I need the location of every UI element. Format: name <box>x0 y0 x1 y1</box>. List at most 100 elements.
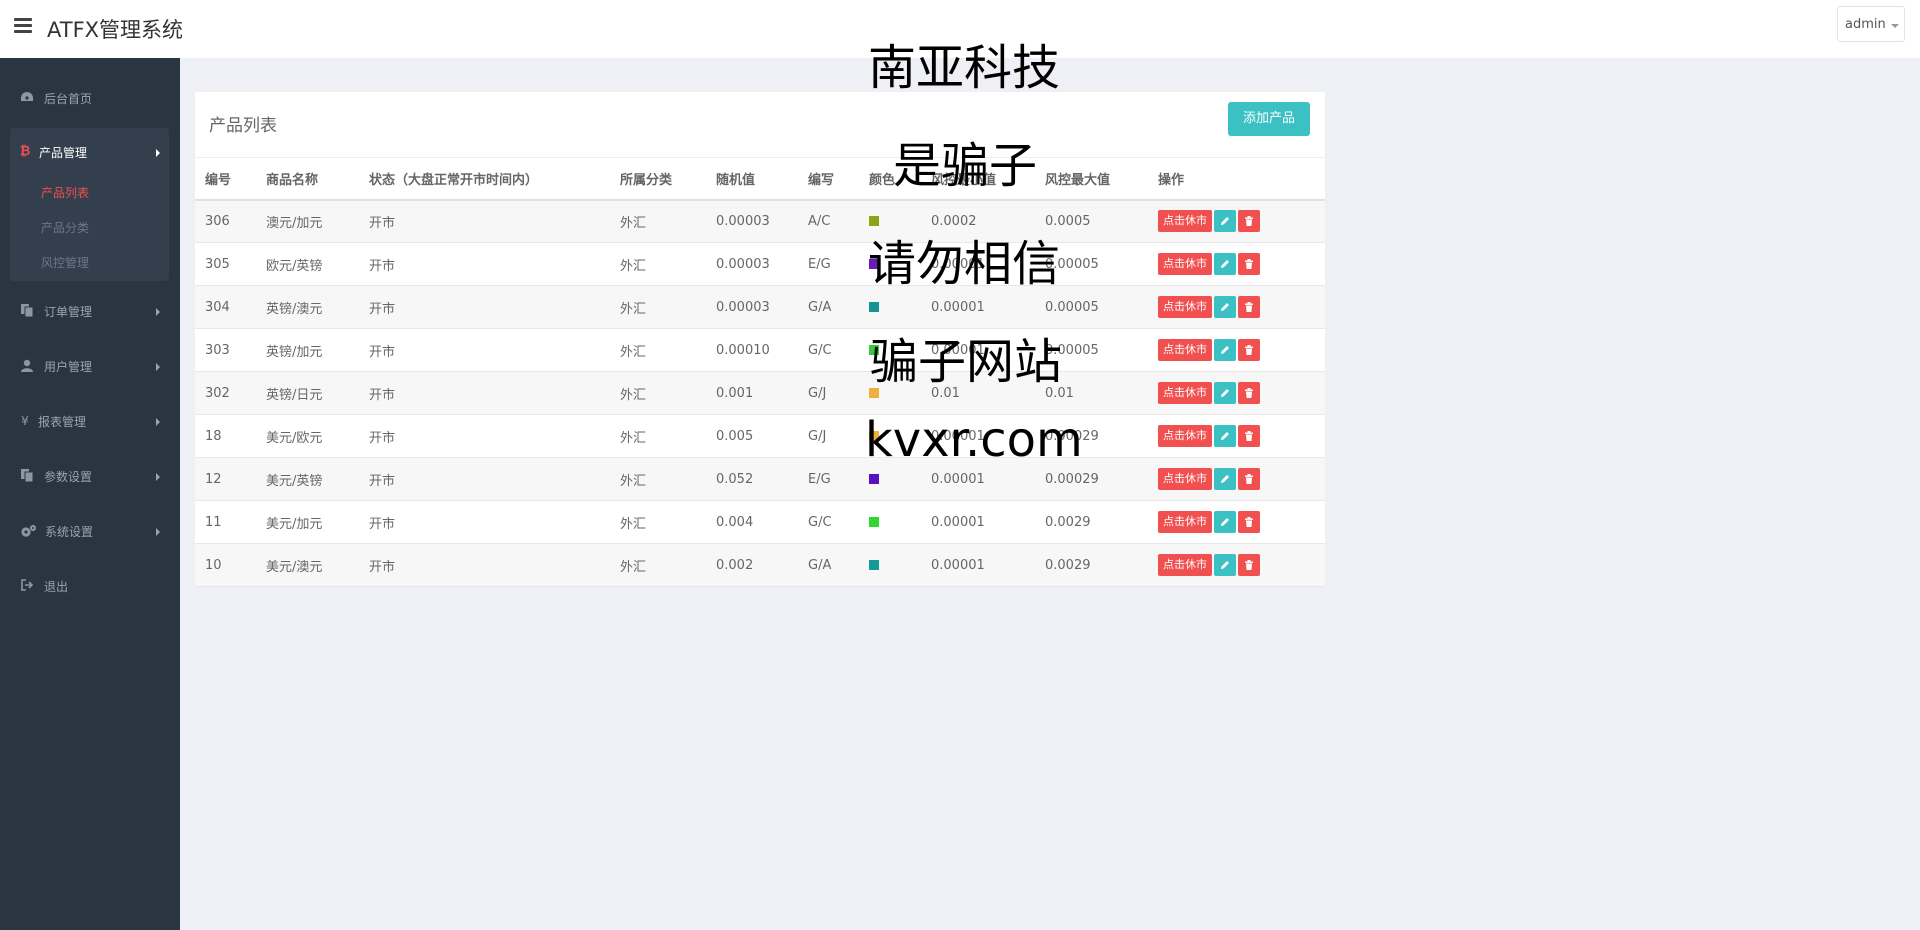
sidebar-item-home[interactable]: 后台首页 <box>0 80 180 116</box>
cell-name: 美元/英镑 <box>266 473 323 489</box>
cell-code: G/J <box>808 385 827 401</box>
column-header: 编写 <box>808 172 835 188</box>
cell-actions: 点击休市 <box>1148 544 1325 587</box>
chevron-right-icon <box>156 149 160 157</box>
sign-out-icon <box>20 579 34 593</box>
cell-category: 外汇 <box>620 258 647 274</box>
cell-name: 英镑/加元 <box>266 344 323 360</box>
add-product-button[interactable]: 添加产品 <box>1228 102 1310 136</box>
sidebar-item-product[interactable]: ₿ 产品管理 <box>0 134 180 170</box>
trash-icon <box>1245 517 1253 527</box>
user-dropdown[interactable]: admin <box>1837 6 1905 42</box>
rest-button[interactable]: 点击休市 <box>1158 296 1212 318</box>
table-row: 305 欧元/英镑 开市 外汇 0.00003 E/G 0.00001 0.00005 点击休市 <box>195 243 1325 286</box>
cell-id: 305 <box>205 256 230 272</box>
cell-code: E/G <box>808 256 831 272</box>
pencil-icon <box>1221 217 1229 226</box>
table-row: 306 澳元/加元 开市 外汇 0.00003 A/C 0.0002 0.0005 点击休市 <box>195 199 1325 243</box>
table-row: 10 美元/澳元 开市 外汇 0.002 G/A 0.00001 0.0029 点击休市 <box>195 543 1325 587</box>
cell-code: G/A <box>808 557 832 573</box>
sidebar-item-orders[interactable]: 订单管理 <box>0 293 180 329</box>
sidebar-subitem-risk-control[interactable]: 风控管理 <box>41 254 89 271</box>
cell-status: 开市 <box>369 301 396 317</box>
cell-category: 外汇 <box>620 516 647 532</box>
sidebar-item-label: 产品管理 <box>39 146 88 160</box>
rest-button[interactable]: 点击休市 <box>1158 425 1212 447</box>
watermark-text: 南亚科技 <box>868 40 1061 96</box>
cell-status: 开市 <box>369 516 396 532</box>
cell-color <box>859 544 921 587</box>
sidebar-item-users[interactable]: 用户管理 <box>0 348 180 384</box>
rest-button[interactable]: 点击休市 <box>1158 210 1212 233</box>
delete-button[interactable] <box>1238 554 1260 576</box>
sidebar-subitem-product-list[interactable]: 产品列表 <box>41 184 89 201</box>
edit-button[interactable] <box>1214 382 1236 404</box>
cogs-icon <box>19 524 37 538</box>
rest-button[interactable]: 点击休市 <box>1158 554 1212 576</box>
column-header: 所属分类 <box>620 172 673 188</box>
cell-random: 0.001 <box>716 385 754 401</box>
cell-status: 开市 <box>369 430 396 446</box>
cell-color <box>859 501 921 544</box>
rest-button[interactable]: 点击休市 <box>1158 253 1212 275</box>
cell-category: 外汇 <box>620 301 647 317</box>
edit-button[interactable] <box>1214 296 1236 318</box>
pencil-icon <box>1221 475 1229 483</box>
cell-random: 0.00010 <box>716 342 770 358</box>
cell-id: 10 <box>205 557 222 573</box>
cell-category: 外汇 <box>620 430 647 446</box>
delete-button[interactable] <box>1238 253 1260 275</box>
table-row: 302 英镑/日元 开市 外汇 0.001 G/J 0.01 0.01 点击休市 <box>195 371 1325 415</box>
edit-button[interactable] <box>1214 339 1236 361</box>
cell-max: 0.0029 <box>1045 514 1091 530</box>
color-swatch <box>869 474 879 484</box>
cell-actions: 点击休市 <box>1148 243 1325 286</box>
rest-button[interactable]: 点击休市 <box>1158 511 1212 533</box>
watermark-text: 请勿相信 <box>868 236 1061 292</box>
pencil-icon <box>1221 303 1229 311</box>
cell-id: 304 <box>205 299 230 315</box>
edit-button[interactable] <box>1214 425 1236 447</box>
cell-actions: 点击休市 <box>1148 458 1325 501</box>
cell-code: G/A <box>808 299 832 315</box>
pencil-icon <box>1221 389 1229 397</box>
delete-button[interactable] <box>1238 425 1260 447</box>
table-header-row: 编号 商品名称 状态（大盘正常开市时间内） 所属分类 随机值 编写 颜色 风控最… <box>195 157 1325 200</box>
delete-button[interactable] <box>1238 339 1260 361</box>
rest-button[interactable]: 点击休市 <box>1158 468 1212 490</box>
edit-button[interactable] <box>1214 253 1236 275</box>
trash-icon <box>1245 345 1253 355</box>
sidebar-item-reports[interactable]: ¥ 报表管理 <box>0 403 180 439</box>
cell-name: 美元/加元 <box>266 516 323 532</box>
sidebar-item-logout[interactable]: 退出 <box>0 568 180 604</box>
sidebar-subitem-product-category[interactable]: 产品分类 <box>41 219 89 236</box>
delete-button[interactable] <box>1238 511 1260 533</box>
edit-button[interactable] <box>1214 511 1236 533</box>
menu-toggle-icon[interactable] <box>14 18 32 34</box>
edit-button[interactable] <box>1214 554 1236 576</box>
color-swatch <box>869 560 879 570</box>
bitcoin-icon: ₿ <box>19 144 31 159</box>
cell-actions: 点击休市 <box>1148 286 1325 329</box>
sidebar-item-params[interactable]: 参数设置 <box>0 458 180 494</box>
delete-button[interactable] <box>1238 296 1260 318</box>
cell-actions: 点击休市 <box>1148 200 1325 243</box>
cell-code: E/G <box>808 471 831 487</box>
delete-button[interactable] <box>1238 468 1260 490</box>
sidebar-item-label: 后台首页 <box>44 92 93 106</box>
yen-icon: ¥ <box>21 414 29 428</box>
delete-button[interactable] <box>1238 210 1260 233</box>
cell-random: 0.00003 <box>716 213 770 229</box>
cell-random: 0.005 <box>716 428 754 444</box>
cell-status: 开市 <box>369 344 396 360</box>
cell-actions: 点击休市 <box>1148 329 1325 372</box>
rest-button[interactable]: 点击休市 <box>1158 382 1212 404</box>
edit-button[interactable] <box>1214 468 1236 490</box>
sidebar-item-system[interactable]: 系统设置 <box>0 513 180 549</box>
chevron-right-icon <box>156 473 160 481</box>
rest-button[interactable]: 点击休市 <box>1158 339 1212 361</box>
page-title: 产品列表 <box>209 116 277 136</box>
edit-button[interactable] <box>1214 210 1236 233</box>
delete-button[interactable] <box>1238 382 1260 404</box>
cell-name: 欧元/英镑 <box>266 258 323 274</box>
